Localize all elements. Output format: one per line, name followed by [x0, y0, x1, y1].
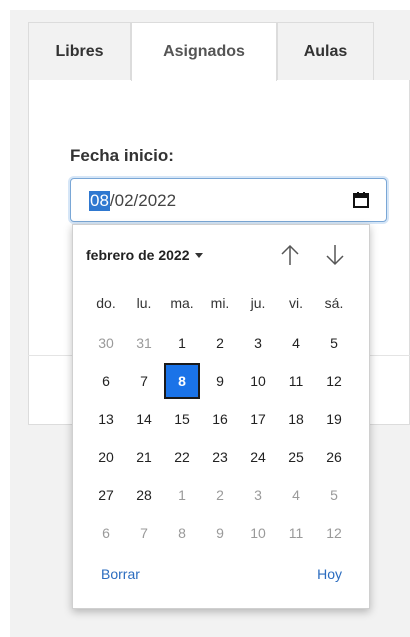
calendar-day[interactable]: 14 — [126, 401, 162, 437]
calendar-day[interactable]: 1 — [164, 325, 200, 361]
tab-bar: Libres Asignados Aulas — [28, 22, 410, 81]
calendar-day[interactable]: 23 — [202, 439, 238, 475]
calendar-day[interactable]: 24 — [240, 439, 276, 475]
calendar-day[interactable]: 1 — [164, 477, 200, 513]
datepicker-popup: febrero de 2022 do. lu. ma. mi. ju. vi. sá. 30 3… — [72, 224, 370, 609]
calendar-day[interactable]: 10 — [240, 363, 276, 399]
calendar-day[interactable]: 31 — [126, 325, 162, 361]
weekday-header: mi. — [210, 295, 230, 311]
calendar-day[interactable]: 8 — [164, 515, 200, 551]
weekday-header: ju. — [250, 295, 266, 311]
calendar-day[interactable]: 9 — [202, 363, 238, 399]
calendar-day[interactable]: 6 — [88, 515, 124, 551]
date-input-value: 08/02/2022 — [89, 191, 176, 211]
month-year-label: febrero de 2022 — [86, 247, 190, 263]
calendar-day[interactable]: 12 — [316, 515, 352, 551]
tab-aulas[interactable]: Aulas — [277, 22, 374, 80]
calendar-day[interactable]: 10 — [240, 515, 276, 551]
tab-asignados[interactable]: Asignados — [131, 22, 277, 81]
calendar-day[interactable]: 5 — [316, 325, 352, 361]
calendar-day[interactable]: 7 — [126, 515, 162, 551]
arrow-up-icon[interactable] — [278, 242, 302, 268]
calendar-day[interactable]: 21 — [126, 439, 162, 475]
start-date-input[interactable]: 08/02/2022 — [70, 178, 387, 222]
tab-libres[interactable]: Libres — [28, 22, 131, 80]
calendar-day[interactable]: 15 — [164, 401, 200, 437]
calendar-day[interactable]: 28 — [126, 477, 162, 513]
weekday-header: ma. — [170, 295, 194, 311]
weekday-header: do. — [96, 295, 116, 311]
calendar-icon[interactable] — [352, 191, 370, 209]
calendar-day[interactable]: 12 — [316, 363, 352, 399]
calendar-day[interactable]: 22 — [164, 439, 200, 475]
calendar-day[interactable]: 3 — [240, 325, 276, 361]
date-day-segment[interactable]: 08 — [89, 191, 110, 211]
calendar-day[interactable]: 3 — [240, 477, 276, 513]
calendar-day[interactable]: 19 — [316, 401, 352, 437]
calendar-day[interactable]: 9 — [202, 515, 238, 551]
weekday-header: vi. — [289, 295, 303, 311]
weekday-header: lu. — [136, 295, 152, 311]
calendar-day[interactable]: 2 — [202, 477, 238, 513]
weekday-header: sá. — [324, 295, 344, 311]
calendar-day[interactable]: 17 — [240, 401, 276, 437]
month-year-dropdown[interactable]: febrero de 2022 — [86, 247, 203, 263]
clear-button[interactable]: Borrar — [101, 566, 140, 582]
calendar-day[interactable]: 16 — [202, 401, 238, 437]
selected-day[interactable]: 8 — [164, 363, 200, 399]
calendar-day[interactable]: 4 — [278, 325, 314, 361]
arrow-down-icon[interactable] — [323, 242, 347, 268]
start-date-label: Fecha inicio: — [70, 146, 174, 165]
calendar-day[interactable]: 27 — [88, 477, 124, 513]
calendar-day[interactable]: 30 — [88, 325, 124, 361]
calendar-day[interactable]: 11 — [278, 515, 314, 551]
calendar-day[interactable]: 11 — [278, 363, 314, 399]
calendar-day[interactable]: 4 — [278, 477, 314, 513]
calendar-day[interactable]: 20 — [88, 439, 124, 475]
today-button[interactable]: Hoy — [317, 566, 342, 582]
calendar-day[interactable]: 6 — [88, 363, 124, 399]
calendar-day[interactable]: 5 — [316, 477, 352, 513]
calendar-day[interactable]: 25 — [278, 439, 314, 475]
calendar-day[interactable]: 2 — [202, 325, 238, 361]
calendar-day[interactable]: 13 — [88, 401, 124, 437]
date-month-year-segment[interactable]: /02/2022 — [110, 191, 176, 211]
calendar-day[interactable]: 18 — [278, 401, 314, 437]
caret-down-icon — [194, 252, 203, 258]
calendar-day[interactable]: 7 — [126, 363, 162, 399]
calendar-day[interactable]: 26 — [316, 439, 352, 475]
